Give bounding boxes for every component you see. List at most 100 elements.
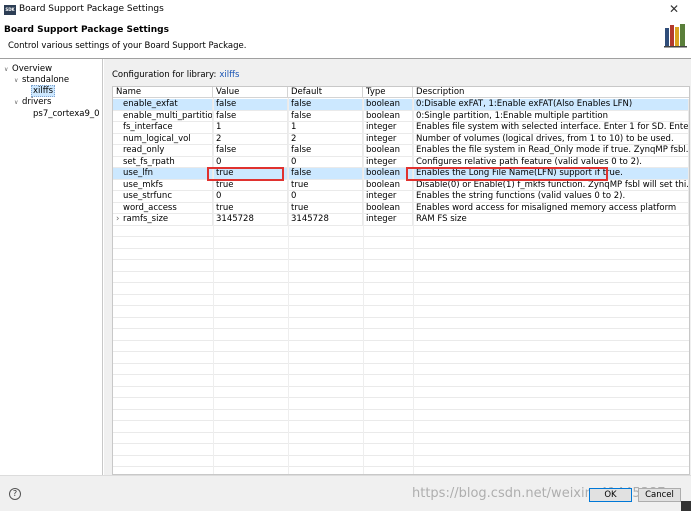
resize-grip-icon[interactable] (681, 501, 691, 511)
empty-row (113, 410, 689, 421)
cell-value[interactable]: false (213, 110, 288, 122)
table-row[interactable]: use_mkfs true true boolean Disable(0) or Ena… (113, 179, 689, 191)
cell-name: enable_exfat (113, 99, 213, 111)
empty-row (113, 364, 689, 375)
empty-row (113, 375, 689, 387)
table-row[interactable]: read_only false false boolean Enables the fi… (113, 145, 689, 157)
cell-default: 0 (288, 156, 363, 168)
cell-default: false (288, 145, 363, 157)
cell-description: Enables word access for misaligned memor… (413, 202, 689, 214)
column-header-type[interactable]: Type (363, 87, 413, 98)
empty-row (113, 444, 689, 456)
empty-row (113, 341, 689, 352)
tree-item-drivers[interactable]: ∨ drivers (14, 97, 51, 108)
cell-description: Enables the string functions (valid valu… (413, 191, 689, 203)
empty-row (113, 283, 689, 295)
chevron-down-icon[interactable]: ∨ (14, 75, 22, 86)
cell-default: 3145728 (288, 214, 363, 226)
cell-value[interactable]: true (213, 168, 288, 180)
cell-type: boolean (363, 202, 413, 214)
empty-row (113, 260, 689, 272)
settings-tree: ∨ Overview ∨ standalone xilffs ∨ drivers ps… (0, 59, 103, 475)
title-bar: SDK Board Support Package Settings ✕ (0, 0, 691, 20)
cell-value[interactable]: true (213, 179, 288, 191)
cell-description: Disable(0) or Enable(1) f_mkfs function.… (413, 179, 689, 191)
cell-default: 1 (288, 122, 363, 134)
table-row[interactable]: set_fs_rpath 0 0 integer Configures relative… (113, 156, 689, 168)
table-row[interactable]: num_logical_vol 2 2 integer Number of volume… (113, 133, 689, 145)
cell-default: false (288, 110, 363, 122)
header-description: Control various settings of your Board S… (8, 41, 247, 51)
cell-description: 0:Single partition, 1:Enable multiple pa… (413, 110, 689, 122)
empty-row (113, 421, 689, 433)
tree-item-label: ps7_cortexa9_0 (33, 109, 100, 119)
header-title: Board Support Package Settings (4, 25, 169, 35)
cell-name: use_mkfs (113, 179, 213, 191)
empty-row (113, 295, 689, 306)
cell-type: integer (363, 156, 413, 168)
cell-default: 2 (288, 133, 363, 145)
cell-name: read_only (113, 145, 213, 157)
library-link[interactable]: xilffs (219, 70, 239, 80)
chevron-down-icon[interactable]: ∨ (14, 97, 22, 108)
tree-item-label: standalone (22, 75, 70, 85)
settings-table: Name Value Default Type Description enab… (112, 86, 690, 475)
cell-name: num_logical_vol (113, 133, 213, 145)
column-header-description[interactable]: Description (413, 87, 689, 98)
column-divider (213, 98, 214, 474)
cell-name: use_lfn (113, 168, 213, 180)
cancel-button[interactable]: Cancel (638, 488, 681, 502)
cell-name: use_strfunc (113, 191, 213, 203)
cell-value[interactable]: false (213, 145, 288, 157)
cell-description: Enables the file system in Read_Only mod… (413, 145, 689, 157)
cell-default: false (288, 99, 363, 111)
empty-row (113, 387, 689, 398)
tree-item-xilffs[interactable]: xilffs (31, 85, 56, 97)
ok-button[interactable]: OK (589, 488, 632, 502)
column-divider (363, 98, 364, 474)
dialog-header: Board Support Package Settings Control v… (0, 20, 691, 58)
help-icon[interactable]: ? (9, 488, 21, 500)
empty-row (113, 226, 689, 237)
cell-type: boolean (363, 110, 413, 122)
column-header-name[interactable]: Name (113, 87, 213, 98)
table-row[interactable]: enable_multi_partition false false boolean 0… (113, 110, 689, 122)
table-row[interactable]: use_strfunc 0 0 integer Enables the string f… (113, 191, 689, 203)
config-panel: Configuration for library: xilffs Name Va… (104, 59, 691, 475)
cell-value[interactable]: 2 (213, 133, 288, 145)
cell-description: Enables the Long File Name(LFN) support … (413, 168, 689, 180)
column-divider (288, 98, 289, 474)
cell-type: integer (363, 122, 413, 134)
cell-name: set_fs_rpath (113, 156, 213, 168)
cell-type: boolean (363, 179, 413, 191)
close-icon[interactable]: ✕ (669, 2, 679, 16)
cell-type: integer (363, 133, 413, 145)
sdk-app-icon: SDK (4, 5, 16, 15)
cell-value[interactable]: 0 (213, 191, 288, 203)
table-row[interactable]: › ramfs_size 3145728 3145728 integer RAM FS s… (113, 214, 689, 226)
cell-value[interactable]: 1 (213, 122, 288, 134)
cell-default: true (288, 179, 363, 191)
cell-value[interactable]: 3145728 (213, 214, 288, 226)
column-header-value[interactable]: Value (213, 87, 288, 98)
empty-row (113, 237, 689, 249)
table-row[interactable]: fs_interface 1 1 integer Enables file system… (113, 122, 689, 134)
cell-type: boolean (363, 168, 413, 180)
table-row[interactable]: word_access true true boolean Enables word a… (113, 202, 689, 214)
tree-item-ps7-cortexa9-0[interactable]: ps7_cortexa9_0 (33, 109, 100, 120)
cell-name: enable_multi_partition (113, 110, 213, 122)
tree-item-label: xilffs (31, 85, 56, 97)
tree-item-label: Overview (12, 64, 53, 74)
cell-value[interactable]: false (213, 99, 288, 111)
cell-name: word_access (113, 202, 213, 214)
config-prefix: Configuration for library: (112, 70, 217, 80)
column-header-default[interactable]: Default (288, 87, 363, 98)
tree-item-overview[interactable]: ∨ Overview (4, 64, 52, 75)
table-row[interactable]: use_lfn true false boolean Enables the Long … (113, 168, 689, 180)
cell-value[interactable]: true (213, 202, 288, 214)
chevron-down-icon[interactable]: ∨ (4, 64, 12, 75)
table-row[interactable]: enable_exfat false false boolean 0:Disable e… (113, 99, 689, 111)
cell-description: 0:Disable exFAT, 1:Enable exFAT(Also Ena… (413, 99, 689, 111)
empty-row (113, 329, 689, 341)
cell-value[interactable]: 0 (213, 156, 288, 168)
